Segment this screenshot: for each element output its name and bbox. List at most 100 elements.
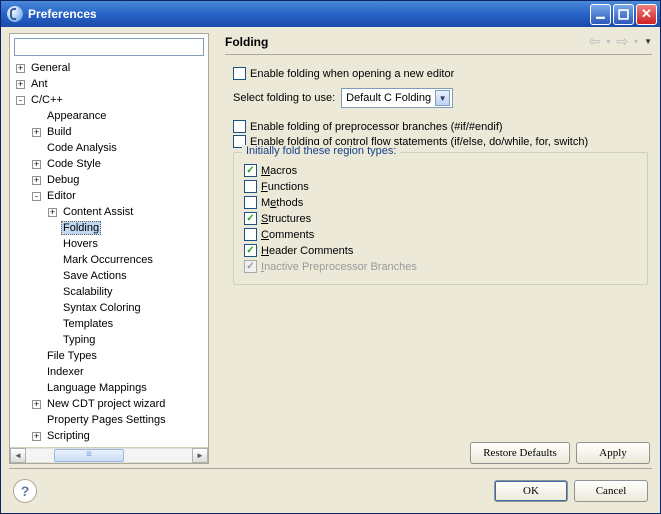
tree-item-label: Scalability — [61, 286, 115, 298]
scroll-left-button[interactable]: ◄ — [10, 448, 26, 463]
select-folding-combo[interactable]: Default C Folding ▼ — [341, 88, 453, 108]
tree-item[interactable]: +Scripting — [12, 428, 208, 444]
tree-item[interactable]: -C/C++ — [12, 92, 208, 108]
tree-item-label: File Types — [45, 350, 99, 362]
tree-spacer — [48, 304, 57, 313]
region-macros-checkbox[interactable] — [244, 164, 257, 177]
expand-icon[interactable]: + — [48, 208, 57, 217]
tree-item[interactable]: Folding — [12, 220, 208, 236]
tree-scroll[interactable]: +General+Ant-C/C++Appearance+BuildCode A… — [10, 58, 208, 447]
tree-item[interactable]: + New CDT project wizard — [12, 396, 208, 412]
tree-item-label: Editor — [45, 190, 78, 202]
tree-item[interactable]: Indexer — [12, 364, 208, 380]
tree-item[interactable]: Save Actions — [12, 268, 208, 284]
initial-fold-title: Initially fold these region types: — [242, 145, 400, 157]
tree-item[interactable]: Mark Occurrences — [12, 252, 208, 268]
tree-item[interactable]: Templates — [12, 316, 208, 332]
region-inactive-checkbox — [244, 260, 257, 273]
tree-item[interactable]: Appearance — [12, 108, 208, 124]
expand-icon[interactable]: + — [32, 432, 41, 441]
tree-item[interactable]: Language Mappings — [12, 380, 208, 396]
tree-spacer — [48, 320, 57, 329]
scroll-track[interactable] — [26, 448, 192, 463]
close-button[interactable]: ✕ — [636, 4, 657, 25]
footer-divider — [9, 468, 652, 469]
dialog-body: +General+Ant-C/C++Appearance+BuildCode A… — [1, 27, 660, 513]
expand-icon[interactable]: + — [32, 176, 41, 185]
region-structures-row: Structures — [244, 212, 639, 225]
view-menu-icon[interactable]: ▼ — [644, 37, 652, 46]
expand-icon[interactable]: + — [32, 128, 41, 137]
tree-item[interactable]: -Editor — [12, 188, 208, 204]
enable-folding-checkbox[interactable] — [233, 67, 246, 80]
tree-item[interactable]: +Code Style — [12, 156, 208, 172]
collapse-icon[interactable]: - — [16, 96, 25, 105]
apply-button[interactable]: Apply — [576, 442, 650, 464]
region-functions-row: Functions — [244, 180, 639, 193]
tree-item-label: Content Assist — [61, 206, 135, 218]
scroll-right-button[interactable]: ► — [192, 448, 208, 463]
scroll-thumb[interactable] — [54, 449, 124, 462]
region-comments-checkbox[interactable] — [244, 228, 257, 241]
region-inactive-label: Inactive Preprocessor Branches — [261, 261, 417, 273]
tree-item-label: C/C++ — [29, 94, 65, 106]
expand-icon[interactable]: + — [32, 400, 41, 409]
splitter[interactable] — [215, 33, 219, 464]
tree-item-label: Language Mappings — [45, 382, 149, 394]
tree-item-label: General — [29, 62, 72, 74]
tree-item[interactable]: Hovers — [12, 236, 208, 252]
enable-folding-label: Enable folding when opening a new editor — [250, 68, 454, 80]
tree-item[interactable]: File Types — [12, 348, 208, 364]
tree-item-label: Debug — [45, 174, 81, 186]
restore-defaults-button[interactable]: Restore Defaults — [470, 442, 570, 464]
tree-item[interactable]: +Ant — [12, 76, 208, 92]
enable-folding-row: Enable folding when opening a new editor — [233, 67, 648, 80]
collapse-icon[interactable]: - — [32, 192, 41, 201]
tree-item-label: Mark Occurrences — [61, 254, 155, 266]
expand-icon[interactable]: + — [16, 64, 25, 73]
footer: ? OK Cancel — [9, 473, 652, 505]
region-headercmt-checkbox[interactable] — [244, 244, 257, 257]
maximize-button[interactable] — [613, 4, 634, 25]
tree-item[interactable]: + General — [12, 60, 208, 76]
forward-icon[interactable]: ⇨ — [616, 33, 628, 50]
region-structures-checkbox[interactable] — [244, 212, 257, 225]
tree-item-label: Build — [45, 126, 73, 138]
region-methods-label: Methods — [261, 197, 303, 209]
select-folding-value: Default C Folding — [346, 92, 431, 104]
tree-item-label: Hovers — [61, 238, 100, 250]
tree-item[interactable]: + Build — [12, 124, 208, 140]
chevron-down-icon: ▼ — [435, 90, 450, 106]
back-menu-icon[interactable]: ▾ — [606, 37, 610, 46]
tree-item-label: Property Pages Settings — [45, 414, 168, 426]
tree-item-label: Indexer — [45, 366, 86, 378]
cancel-button[interactable]: Cancel — [574, 480, 648, 502]
titlebar: Preferences ✕ — [1, 1, 660, 27]
tree-item[interactable]: Scalability — [12, 284, 208, 300]
tree-item[interactable]: + Content Assist — [12, 204, 208, 220]
tree-item[interactable]: + Debug — [12, 172, 208, 188]
expand-icon[interactable]: + — [16, 80, 25, 89]
ok-button[interactable]: OK — [494, 480, 568, 502]
enable-preproc-checkbox[interactable] — [233, 120, 246, 133]
region-methods-checkbox[interactable] — [244, 196, 257, 209]
tree-spacer — [32, 144, 41, 153]
region-functions-checkbox[interactable] — [244, 180, 257, 193]
tree-item[interactable]: Code Analysis — [12, 140, 208, 156]
region-headercmt-row: Header Comments — [244, 244, 639, 257]
tree-item[interactable]: Typing — [12, 332, 208, 348]
select-folding-row: Select folding to use: Default C Folding… — [233, 88, 648, 108]
tree-hscrollbar[interactable]: ◄ ► — [10, 447, 208, 463]
minimize-button[interactable] — [590, 4, 611, 25]
back-icon[interactable]: ⇦ — [589, 33, 601, 50]
forward-menu-icon[interactable]: ▾ — [634, 37, 638, 46]
help-button[interactable]: ? — [13, 479, 37, 503]
tree-item-label: Save Actions — [61, 270, 129, 282]
tree-item[interactable]: Syntax Coloring — [12, 300, 208, 316]
section-nav: ⇦ ▾ ⇨ ▾ ▼ — [589, 33, 652, 50]
tree-item-label: New CDT project wizard — [45, 398, 167, 410]
ok-label: OK — [523, 485, 539, 497]
tree-item[interactable]: Property Pages Settings — [12, 412, 208, 428]
filter-input[interactable] — [14, 38, 204, 56]
expand-icon[interactable]: + — [32, 160, 41, 169]
